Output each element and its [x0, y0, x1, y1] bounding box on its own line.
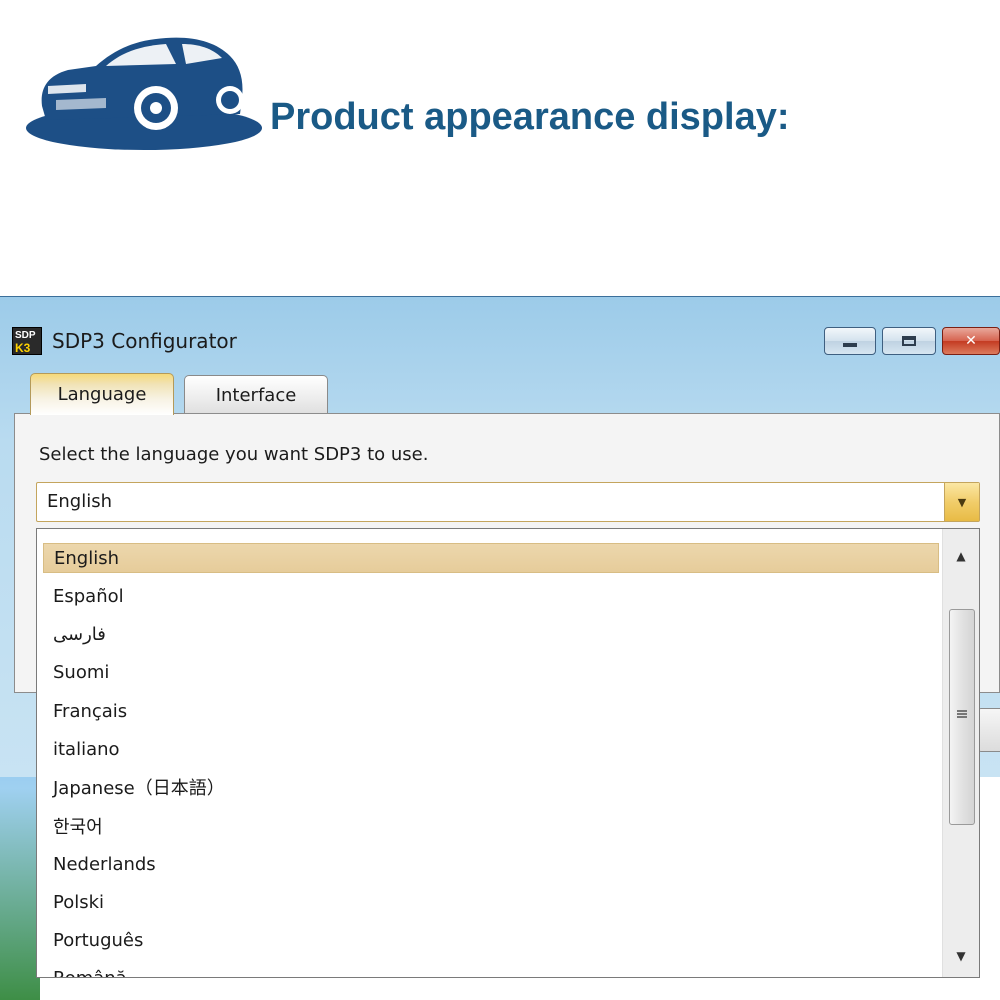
- minimize-button[interactable]: [824, 327, 876, 355]
- minimize-icon: [843, 343, 857, 347]
- app-icon-label: SDP: [15, 330, 36, 341]
- language-option-korean[interactable]: 한국어: [43, 811, 939, 841]
- app-icon[interactable]: SDP K3: [12, 327, 42, 355]
- language-option-portugues[interactable]: Português: [43, 925, 939, 955]
- maximize-icon: [902, 336, 916, 346]
- language-option-francais[interactable]: Français: [43, 696, 939, 726]
- language-option-suomi[interactable]: Suomi: [43, 657, 939, 687]
- tab-interface-label: Interface: [215, 385, 297, 406]
- language-select[interactable]: English ▼: [36, 482, 980, 522]
- language-option-nederlands[interactable]: Nederlands: [43, 849, 939, 879]
- language-option-romana[interactable]: Română: [43, 963, 939, 978]
- scroll-up-button[interactable]: ▲: [943, 541, 979, 571]
- language-option-polski[interactable]: Polski: [43, 887, 939, 917]
- grip-icon: [957, 710, 967, 718]
- app-icon-sublabel: K3: [15, 341, 31, 355]
- tab-language[interactable]: Language: [30, 373, 174, 415]
- language-prompt: Select the language you want SDP3 to use…: [39, 444, 429, 465]
- arrow-up-icon: ▲: [956, 549, 966, 563]
- partially-hidden-button[interactable]: [978, 708, 1000, 752]
- scroll-down-button[interactable]: ▼: [943, 941, 979, 971]
- close-button[interactable]: ✕: [942, 327, 1000, 355]
- language-option-farsi[interactable]: فارسی: [43, 619, 939, 649]
- scroll-thumb[interactable]: [949, 609, 975, 825]
- vertical-scrollbar[interactable]: ▲ ▼: [942, 529, 979, 977]
- dropdown-arrow-button[interactable]: ▼: [944, 483, 979, 521]
- tab-interface[interactable]: Interface: [184, 375, 328, 415]
- store-logo: Big-Discount Store: [26, 28, 266, 179]
- chevron-down-icon: ▼: [957, 495, 967, 509]
- language-dropdown-list[interactable]: English Español فارسی Suomi Français ita…: [36, 528, 980, 978]
- maximize-button[interactable]: [882, 327, 936, 355]
- language-option-espanol[interactable]: Español: [43, 581, 939, 611]
- language-select-value: English: [47, 491, 112, 512]
- banner-title: Product appearance display:: [270, 96, 790, 138]
- language-option-italiano[interactable]: italiano: [43, 734, 939, 764]
- language-option-english[interactable]: English: [43, 543, 939, 573]
- car-logo-icon: [26, 37, 262, 150]
- product-page: Big-Discount Store Product appearance di…: [0, 0, 1000, 1000]
- tab-language-label: Language: [57, 384, 147, 405]
- language-option-japanese[interactable]: Japanese（日本語）: [43, 772, 939, 802]
- close-icon: ✕: [965, 333, 977, 349]
- window-title: SDP3 Configurator: [52, 329, 237, 353]
- arrow-down-icon: ▼: [956, 949, 966, 963]
- title-bar[interactable]: SDP K3 SDP3 Configurator ✕: [0, 297, 1000, 361]
